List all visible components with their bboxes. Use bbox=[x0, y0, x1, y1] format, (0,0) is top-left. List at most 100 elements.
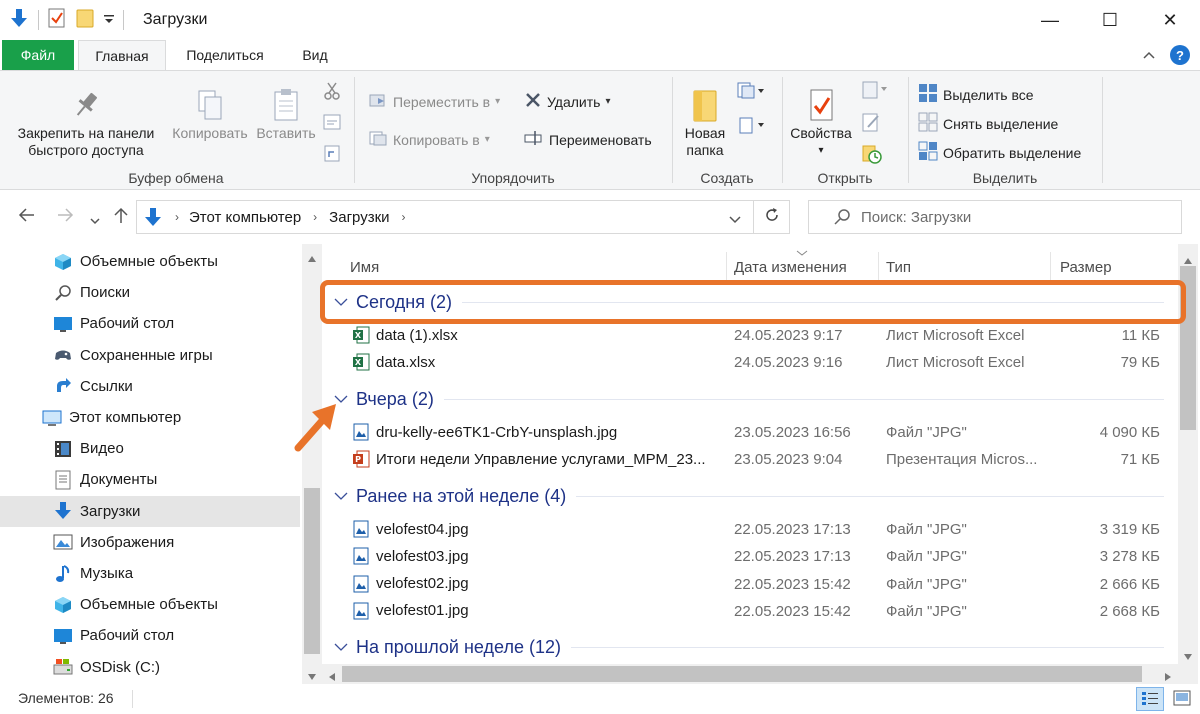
paste-shortcut-icon[interactable] bbox=[322, 143, 342, 167]
file-row[interactable]: velofest02.jpg 22.05.2023 15:42 Файл "JPG"… bbox=[322, 571, 1178, 598]
breadcrumb-separator-icon[interactable]: › bbox=[402, 210, 406, 224]
breadcrumb-downloads[interactable]: Загрузки bbox=[329, 209, 389, 226]
select-all-button[interactable]: Выделить все bbox=[918, 83, 1034, 106]
file-name-cell[interactable]: velofest04.jpg bbox=[352, 520, 469, 538]
file-row[interactable]: Xdata (1).xlsx 24.05.2023 9:17 Лист Micros… bbox=[322, 322, 1178, 349]
minimize-button[interactable]: — bbox=[1020, 0, 1080, 40]
column-header-size[interactable]: Размер bbox=[1052, 252, 1172, 282]
scroll-down-icon[interactable] bbox=[1183, 648, 1193, 665]
nav-item[interactable]: OSDisk (C:) bbox=[0, 652, 300, 683]
tab-share[interactable]: Поделиться bbox=[170, 40, 280, 70]
ribbon: Закрепить на панели быстрого доступа Коп… bbox=[0, 70, 1200, 190]
forward-arrow-icon[interactable] bbox=[56, 206, 74, 229]
address-dropdown-icon[interactable] bbox=[729, 212, 741, 229]
column-divider[interactable] bbox=[1050, 252, 1051, 282]
chevron-down-icon[interactable] bbox=[334, 642, 348, 652]
details-view-button[interactable] bbox=[1136, 687, 1164, 711]
tab-home[interactable]: Главная bbox=[78, 40, 166, 70]
rename-button[interactable]: Переименовать bbox=[524, 129, 652, 150]
large-icons-view-button[interactable] bbox=[1168, 687, 1196, 711]
invert-selection-button[interactable]: Обратить выделение bbox=[918, 141, 1081, 164]
ribbon-separator bbox=[908, 77, 909, 183]
file-name-cell[interactable]: velofest03.jpg bbox=[352, 547, 469, 565]
file-name-cell[interactable]: dru-kelly-ee6TK1-CrbY-unsplash.jpg bbox=[352, 423, 617, 441]
scroll-down-icon[interactable] bbox=[307, 668, 317, 685]
horizontal-scroll-thumb[interactable] bbox=[342, 666, 1142, 682]
group-header[interactable]: На прошлой неделе (12) bbox=[334, 633, 1164, 661]
select-group-label: Выделить bbox=[972, 170, 1038, 186]
pin-label-line1: Закрепить на панели bbox=[17, 125, 155, 141]
nav-item[interactable]: Этот компьютер bbox=[0, 402, 300, 433]
breadcrumb-separator-icon[interactable]: › bbox=[313, 210, 317, 224]
properties-check-icon[interactable] bbox=[47, 7, 67, 33]
file-name-cell[interactable]: velofest01.jpg bbox=[352, 602, 469, 620]
maximize-button[interactable]: ☐ bbox=[1080, 0, 1140, 40]
group-header[interactable]: Вчера (2) bbox=[334, 385, 1164, 413]
column-header-type[interactable]: Тип bbox=[878, 252, 1050, 282]
copy-path-icon[interactable] bbox=[322, 113, 342, 135]
nav-item[interactable]: Загрузки bbox=[0, 495, 300, 527]
search-box[interactable]: Поиск: Загрузки bbox=[808, 200, 1182, 234]
file-name-cell[interactable]: P Итоги недели Управление услугами_МРМ_23… bbox=[352, 450, 706, 468]
properties-button[interactable]: Свойства ▾ bbox=[786, 85, 856, 159]
breadcrumb-this-pc[interactable]: Этот компьютер bbox=[189, 209, 301, 226]
refresh-button[interactable] bbox=[754, 200, 790, 234]
nav-item-label: Объемные объекты bbox=[80, 253, 218, 270]
close-button[interactable]: ✕ bbox=[1140, 0, 1200, 40]
powerpoint-icon: P bbox=[352, 450, 370, 468]
nav-item[interactable]: Ссылки bbox=[0, 371, 300, 402]
disk-icon bbox=[52, 656, 74, 678]
nav-item[interactable]: Поиски bbox=[0, 277, 300, 308]
file-row[interactable]: Xdata.xlsx 24.05.2023 9:16 Лист Microsoft … bbox=[322, 349, 1178, 376]
history-icon[interactable] bbox=[860, 143, 890, 169]
nav-item[interactable]: Объемные объекты bbox=[0, 246, 300, 277]
recent-locations-chevron-icon[interactable] bbox=[90, 210, 100, 231]
delete-button[interactable]: Удалить ▾ bbox=[524, 91, 610, 112]
open-icon[interactable] bbox=[860, 79, 890, 105]
up-arrow-icon[interactable] bbox=[112, 206, 130, 229]
file-name-cell[interactable]: Xdata (1).xlsx bbox=[352, 326, 458, 344]
nav-item[interactable]: Документы bbox=[0, 464, 300, 495]
address-bar[interactable]: › Этот компьютер › Загрузки › bbox=[136, 200, 754, 234]
nav-pane-scroll-thumb[interactable] bbox=[304, 488, 320, 654]
copy-to-button[interactable]: Копировать в ▾ bbox=[368, 129, 490, 150]
customize-toolbar-icon[interactable] bbox=[103, 7, 115, 33]
move-to-button[interactable]: Переместить в ▾ bbox=[368, 91, 500, 112]
nav-item[interactable]: Рабочий стол bbox=[0, 308, 300, 339]
chevron-down-icon[interactable] bbox=[334, 491, 348, 501]
nav-item[interactable]: Сохраненные игры bbox=[0, 340, 300, 371]
nav-item[interactable]: Изображения bbox=[0, 527, 300, 558]
select-none-button[interactable]: Снять выделение bbox=[918, 112, 1058, 135]
tab-view[interactable]: Вид bbox=[290, 40, 340, 70]
nav-item[interactable]: Музыка bbox=[0, 558, 300, 589]
back-arrow-icon[interactable] bbox=[18, 206, 36, 229]
easy-access-icon[interactable] bbox=[736, 115, 766, 139]
tab-file[interactable]: Файл bbox=[2, 40, 74, 70]
new-folder-button[interactable]: Новая папка bbox=[680, 85, 730, 159]
edit-icon[interactable] bbox=[860, 111, 890, 137]
new-item-icon[interactable] bbox=[736, 81, 766, 105]
scroll-up-icon[interactable] bbox=[307, 250, 317, 267]
file-row[interactable]: velofest01.jpg 22.05.2023 15:42 Файл "JPG"… bbox=[322, 598, 1178, 625]
paste-button[interactable]: Вставить bbox=[254, 85, 318, 142]
nav-item[interactable]: Видео bbox=[0, 433, 300, 464]
file-row[interactable]: P Итоги недели Управление услугами_МРМ_23… bbox=[322, 446, 1178, 473]
collapse-ribbon-icon[interactable] bbox=[1142, 47, 1156, 63]
rename-label: Переименовать bbox=[549, 131, 652, 148]
nav-item[interactable]: Рабочий стол bbox=[0, 620, 300, 651]
file-type: Презентация Micros... bbox=[886, 451, 1038, 469]
pin-quick-access-button[interactable]: Закрепить на панели быстрого доступа bbox=[8, 85, 164, 159]
file-row[interactable]: dru-kelly-ee6TK1-CrbY-unsplash.jpg 23.05.… bbox=[322, 419, 1178, 446]
column-header-name[interactable]: Имя bbox=[342, 252, 726, 282]
copy-button[interactable]: Копировать bbox=[166, 85, 254, 142]
cut-icon[interactable] bbox=[322, 81, 342, 105]
file-name-cell[interactable]: Xdata.xlsx bbox=[352, 353, 435, 371]
help-icon[interactable]: ? bbox=[1170, 45, 1190, 65]
breadcrumb-separator-icon[interactable]: › bbox=[175, 210, 179, 224]
file-row[interactable]: velofest03.jpg 22.05.2023 17:13 Файл "JPG"… bbox=[322, 543, 1178, 570]
nav-item[interactable]: Объемные объекты bbox=[0, 589, 300, 620]
file-row[interactable]: velofest04.jpg 22.05.2023 17:13 Файл "JPG"… bbox=[322, 516, 1178, 543]
file-name-cell[interactable]: velofest02.jpg bbox=[352, 575, 469, 593]
new-folder-icon[interactable] bbox=[75, 7, 95, 33]
group-header[interactable]: Ранее на этой неделе (4) bbox=[334, 482, 1164, 510]
